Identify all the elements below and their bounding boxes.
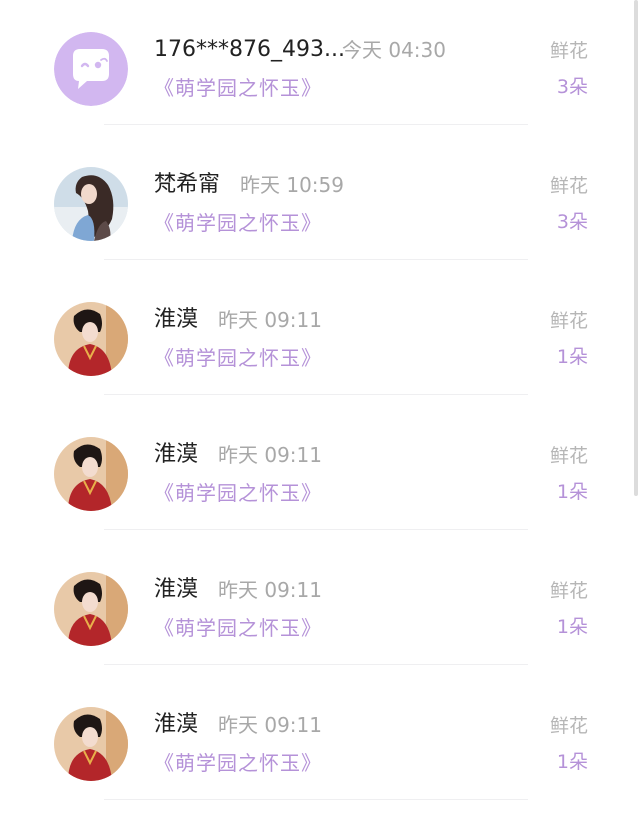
list-item[interactable]: 淮漠 昨天 09:11 《萌学园之怀玉》 鲜花 1朵 [0,675,632,810]
book-title-link[interactable]: 《萌学园之怀玉》 [154,209,322,237]
gift-count: 1朵 [556,481,588,503]
avatar[interactable] [54,437,128,511]
book-title-link[interactable]: 《萌学园之怀玉》 [154,479,322,507]
user-photo-avatar [54,167,128,241]
gift-type: 鲜花 [549,310,588,332]
avatar[interactable] [54,302,128,376]
user-name: 淮漠 [154,712,199,737]
gift-type: 鲜花 [549,40,588,62]
book-title-link[interactable]: 《萌学园之怀玉》 [154,749,322,777]
gift-type: 鲜花 [549,445,588,467]
timestamp: 昨天 09:11 [218,443,322,467]
divider [104,529,528,530]
user-name: 176***876_493... [154,37,345,62]
gift-count: 1朵 [556,751,588,773]
gift-count: 3朵 [556,76,588,98]
timestamp: 昨天 09:11 [218,578,322,602]
list-item[interactable]: 淮漠 昨天 09:11 《萌学园之怀玉》 鲜花 1朵 [0,405,632,540]
default-chat-avatar-icon [54,32,128,106]
gift-list: 176***876_493... 今天 04:30 《萌学园之怀玉》 鲜花 3朵… [0,0,640,814]
divider [104,664,528,665]
divider [104,259,528,260]
list-item[interactable]: 梵希甯 昨天 10:59 《萌学园之怀玉》 鲜花 3朵 [0,135,632,270]
avatar[interactable] [54,707,128,781]
timestamp: 昨天 09:11 [218,713,322,737]
gift-type: 鲜花 [549,175,588,197]
user-name: 淮漠 [154,442,199,467]
avatar[interactable] [54,32,128,106]
divider [104,124,528,125]
timestamp: 昨天 10:59 [240,173,344,197]
book-title-link[interactable]: 《萌学园之怀玉》 [154,614,322,642]
scrollbar[interactable] [634,0,638,496]
list-item[interactable]: 176***876_493... 今天 04:30 《萌学园之怀玉》 鲜花 3朵 [0,0,632,135]
user-name: 淮漠 [154,577,199,602]
gift-type: 鲜花 [549,715,588,737]
divider [104,799,528,800]
user-photo-avatar [54,572,128,646]
gift-count: 3朵 [556,211,588,233]
user-name: 梵希甯 [154,172,221,197]
timestamp: 昨天 09:11 [218,308,322,332]
timestamp: 今天 04:30 [342,38,446,62]
gift-count: 1朵 [556,346,588,368]
gift-type: 鲜花 [549,580,588,602]
user-photo-avatar [54,437,128,511]
book-title-link[interactable]: 《萌学园之怀玉》 [154,344,322,372]
book-title-link[interactable]: 《萌学园之怀玉》 [154,74,322,102]
user-photo-avatar [54,707,128,781]
list-item[interactable]: 淮漠 昨天 09:11 《萌学园之怀玉》 鲜花 1朵 [0,270,632,405]
list-item[interactable]: 淮漠 昨天 09:11 《萌学园之怀玉》 鲜花 1朵 [0,540,632,675]
gift-count: 1朵 [556,616,588,638]
avatar[interactable] [54,572,128,646]
user-photo-avatar [54,302,128,376]
avatar[interactable] [54,167,128,241]
divider [104,394,528,395]
user-name: 淮漠 [154,307,199,332]
